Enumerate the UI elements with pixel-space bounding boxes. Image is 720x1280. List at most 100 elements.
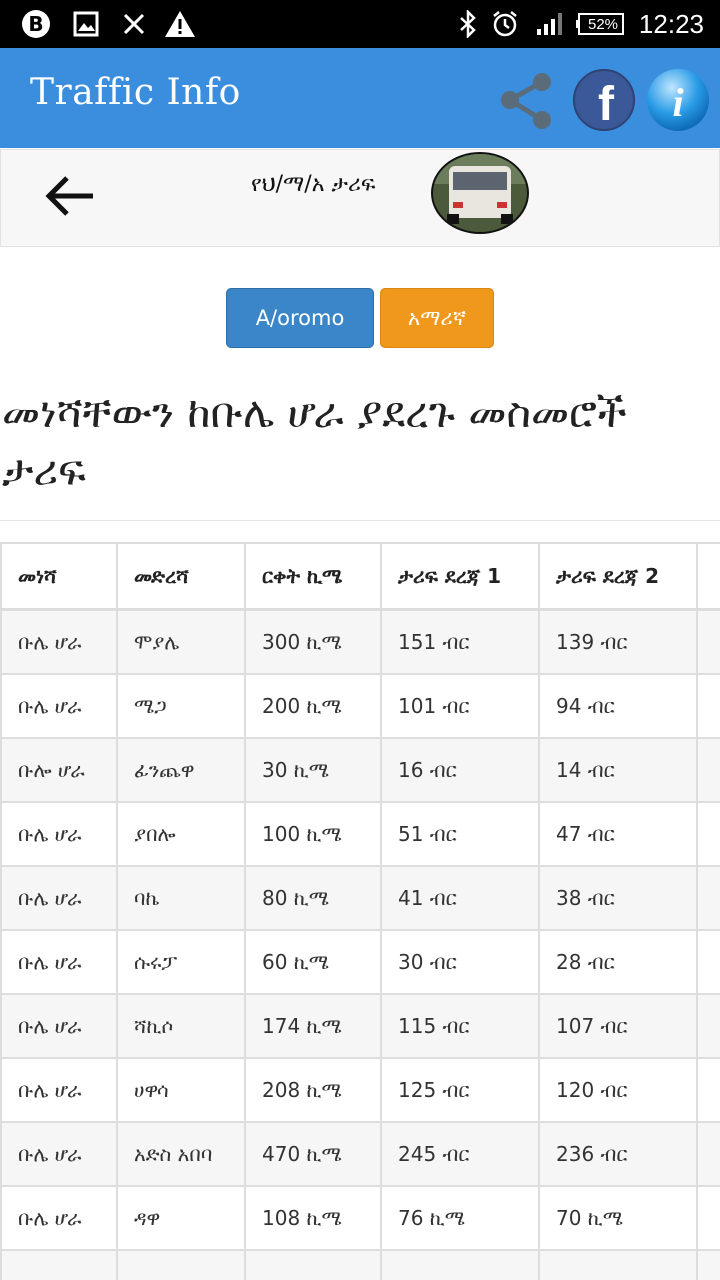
table-cell: 200 ኪሜ — [244, 673, 382, 739]
table-cell: 80 ኪሜ — [244, 865, 382, 931]
table-cell: ሱሩፓ — [116, 929, 246, 995]
svg-text:f: f — [598, 78, 615, 131]
table-cell — [696, 993, 720, 1059]
table-cell: 300 ኪሜ — [244, 608, 382, 675]
table-header-row: መነሻ መድረሻ ርቀት ኪሜ ታሪፍ ደረጃ 1 ታሪፍ ደረጃ 2 — [0, 542, 720, 611]
table-row: ቡሌ ሆራ ሻኪሶ 174 ኪሜ 115 ብር 107 ብር — [0, 993, 720, 1059]
table-row: ቡሌ ሆራ ሱሩፓ 60 ኪሜ 30 ብር 28 ብር — [0, 929, 720, 995]
table-cell: 120 ብር — [538, 1057, 698, 1123]
table-cell: ቡሌ ሆራ — [0, 993, 118, 1059]
table-cell — [696, 1057, 720, 1123]
app-title: Traffic Info — [30, 72, 241, 113]
table-cell: 101 ብር — [380, 673, 540, 739]
table-cell — [696, 801, 720, 867]
table-cell: 16 ብር — [380, 737, 540, 803]
table-row: ቡሌ ሆራ ዳዋ 108 ኪሜ 76 ኪሜ 70 ኪሜ — [0, 1185, 720, 1251]
tariff-table-container[interactable]: መነሻ መድረሻ ርቀት ኪሜ ታሪፍ ደረጃ 1 ታሪፍ ደረጃ 2 ቡሌ ሆ… — [0, 542, 720, 1280]
table-cell: ሞያሌ — [116, 608, 246, 675]
table-cell: ቡሌ ሆራ — [0, 1185, 118, 1251]
page-heading: መነሻቸውን ከቡሌ ሆራ ያደረጉ መስመሮች ታሪፍ — [2, 388, 627, 495]
table-cell: ቡሌ ሆራ — [0, 801, 118, 867]
table-cell: 28 ብር — [538, 929, 698, 995]
table-cell — [538, 1249, 698, 1280]
facebook-icon[interactable]: f — [572, 68, 636, 132]
table-cell: 107 ብር — [538, 993, 698, 1059]
table-cell — [0, 1249, 118, 1280]
table-cell: ሀዋሳ — [116, 1057, 246, 1123]
b-app-icon: B — [20, 8, 52, 40]
amharic-language-button[interactable]: አማሪኛ — [380, 288, 494, 348]
tariff-table: መነሻ መድረሻ ርቀት ኪሜ ታሪፍ ደረጃ 1 ታሪፍ ደረጃ 2 ቡሌ ሆ… — [0, 542, 720, 1280]
table-cell: 51 ብር — [380, 801, 540, 867]
table-cell: ባኬ — [116, 865, 246, 931]
sub-header-title: የህ/ማ/አ ታሪፍ — [251, 172, 376, 197]
table-cell — [696, 1249, 720, 1280]
table-row: ቡሌ ሆራ አድስ አበባ 470 ኪሜ 245 ብር 236 ብር — [0, 1121, 720, 1187]
battery-percent: 52% — [587, 15, 619, 33]
table-row: ቡሌ ሆራ ሜጋ 200 ኪሜ 101 ብር 94 ብር — [0, 673, 720, 739]
language-switch: A/oromo አማሪኛ — [0, 288, 720, 348]
table-cell: ፊንጨዋ — [116, 737, 246, 803]
sub-header: የህ/ማ/አ ታሪፍ — [0, 149, 720, 247]
column-header — [696, 542, 720, 611]
app-bar: Traffic Info f i — [0, 48, 720, 148]
table-cell: 76 ኪሜ — [380, 1185, 540, 1251]
table-cell: ቡሌ ሆራ — [0, 1057, 118, 1123]
table-cell — [696, 865, 720, 931]
table-cell: አድስ አበባ — [116, 1121, 246, 1187]
image-icon — [70, 8, 102, 40]
back-arrow-icon[interactable] — [37, 164, 101, 228]
table-cell: ቡሌ ሆራ — [0, 673, 118, 739]
column-header: መነሻ — [0, 542, 118, 611]
info-icon[interactable]: i — [646, 68, 710, 132]
table-cell: ሻኪሶ — [116, 993, 246, 1059]
table-cell: 41 ብር — [380, 865, 540, 931]
table-cell: 208 ኪሜ — [244, 1057, 382, 1123]
table-cell — [696, 737, 720, 803]
table-cell: 94 ብር — [538, 673, 698, 739]
clock: 12:23 — [638, 9, 704, 39]
table-cell: 236 ብር — [538, 1121, 698, 1187]
table-cell: 30 ብር — [380, 929, 540, 995]
table-cell: 108 ኪሜ — [244, 1185, 382, 1251]
share-icon[interactable] — [496, 70, 558, 132]
alarm-icon — [490, 8, 520, 40]
table-cell: 100 ኪሜ — [244, 801, 382, 867]
table-cell: 30 ኪሜ — [244, 737, 382, 803]
table-cell: 245 ብር — [380, 1121, 540, 1187]
table-row: ቡሌ ሆራ ሞያሌ 300 ኪሜ 151 ብር 139 ብር — [0, 608, 720, 675]
close-icon — [118, 8, 150, 40]
bluetooth-icon — [454, 8, 482, 40]
table-cell: ያበሎ — [116, 801, 246, 867]
table-cell: ሜጋ — [116, 673, 246, 739]
oromo-language-button[interactable]: A/oromo — [226, 288, 374, 348]
table-row — [0, 1249, 720, 1280]
column-header: ርቀት ኪሜ — [244, 542, 382, 611]
table-cell: ቡሌ ሆራ — [0, 929, 118, 995]
table-cell — [116, 1249, 246, 1280]
table-row: ቡሌ ሆራ ያበሎ 100 ኪሜ 51 ብር 47 ብር — [0, 801, 720, 867]
table-cell — [696, 929, 720, 995]
table-cell: 151 ብር — [380, 608, 540, 675]
table-cell — [696, 673, 720, 739]
table-row: ቡሌ ሆራ ሀዋሳ 208 ኪሜ 125 ብር 120 ብር — [0, 1057, 720, 1123]
minibus-thumbnail — [431, 152, 529, 234]
table-cell: 60 ኪሜ — [244, 929, 382, 995]
column-header: መድረሻ — [116, 542, 246, 611]
column-header: ታሪፍ ደረጃ 2 — [538, 542, 698, 611]
table-cell: ቡሌ ሆራ — [0, 608, 118, 675]
table-cell — [380, 1249, 540, 1280]
signal-icon — [534, 8, 564, 40]
warning-icon — [162, 8, 198, 40]
table-row: ቡሌ ሆራ ባኬ 80 ኪሜ 41 ብር 38 ብር — [0, 865, 720, 931]
status-bar: B 52% 12:23 — [0, 0, 720, 48]
svg-text:B: B — [28, 12, 43, 36]
table-cell: ቡሌ ሆራ — [0, 865, 118, 931]
table-row: ቡሎ ሆራ ፊንጨዋ 30 ኪሜ 16 ብር 14 ብር — [0, 737, 720, 803]
table-cell — [244, 1249, 382, 1280]
table-cell: 70 ኪሜ — [538, 1185, 698, 1251]
table-cell — [696, 1185, 720, 1251]
table-cell: 47 ብር — [538, 801, 698, 867]
table-cell: 38 ብር — [538, 865, 698, 931]
table-cell: 174 ኪሜ — [244, 993, 382, 1059]
